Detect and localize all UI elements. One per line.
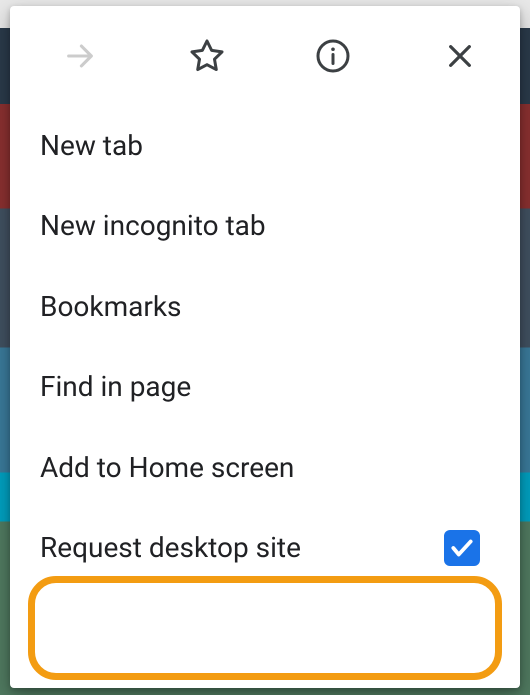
menu-icon-row (10, 6, 520, 106)
page-info-button[interactable] (313, 36, 353, 76)
annotation-highlight (28, 576, 502, 680)
menu-item-label: Request desktop site (40, 530, 301, 566)
menu-request-desktop-site[interactable]: Request desktop site (10, 508, 520, 588)
browser-overflow-menu: New tab New incognito tab Bookmarks Find… (10, 6, 520, 688)
menu-bookmarks[interactable]: Bookmarks (10, 267, 520, 347)
menu-item-label: Add to Home screen (40, 450, 294, 486)
forward-button[interactable] (60, 36, 100, 76)
menu-items-list: New tab New incognito tab Bookmarks Find… (10, 106, 520, 588)
bookmark-button[interactable] (187, 36, 227, 76)
star-icon (189, 38, 225, 74)
checkmark-icon (449, 535, 475, 561)
request-desktop-site-checkbox[interactable] (444, 530, 480, 566)
close-icon (444, 40, 476, 72)
menu-item-label: Find in page (40, 369, 191, 405)
menu-find-in-page[interactable]: Find in page (10, 347, 520, 427)
menu-new-tab[interactable]: New tab (10, 106, 520, 186)
close-menu-button[interactable] (440, 36, 480, 76)
arrow-forward-icon (63, 39, 97, 73)
info-icon (315, 38, 351, 74)
menu-item-label: New tab (40, 128, 143, 164)
menu-new-incognito-tab[interactable]: New incognito tab (10, 186, 520, 266)
menu-add-to-home-screen[interactable]: Add to Home screen (10, 428, 520, 508)
menu-item-label: New incognito tab (40, 208, 266, 244)
menu-item-label: Bookmarks (40, 289, 182, 325)
